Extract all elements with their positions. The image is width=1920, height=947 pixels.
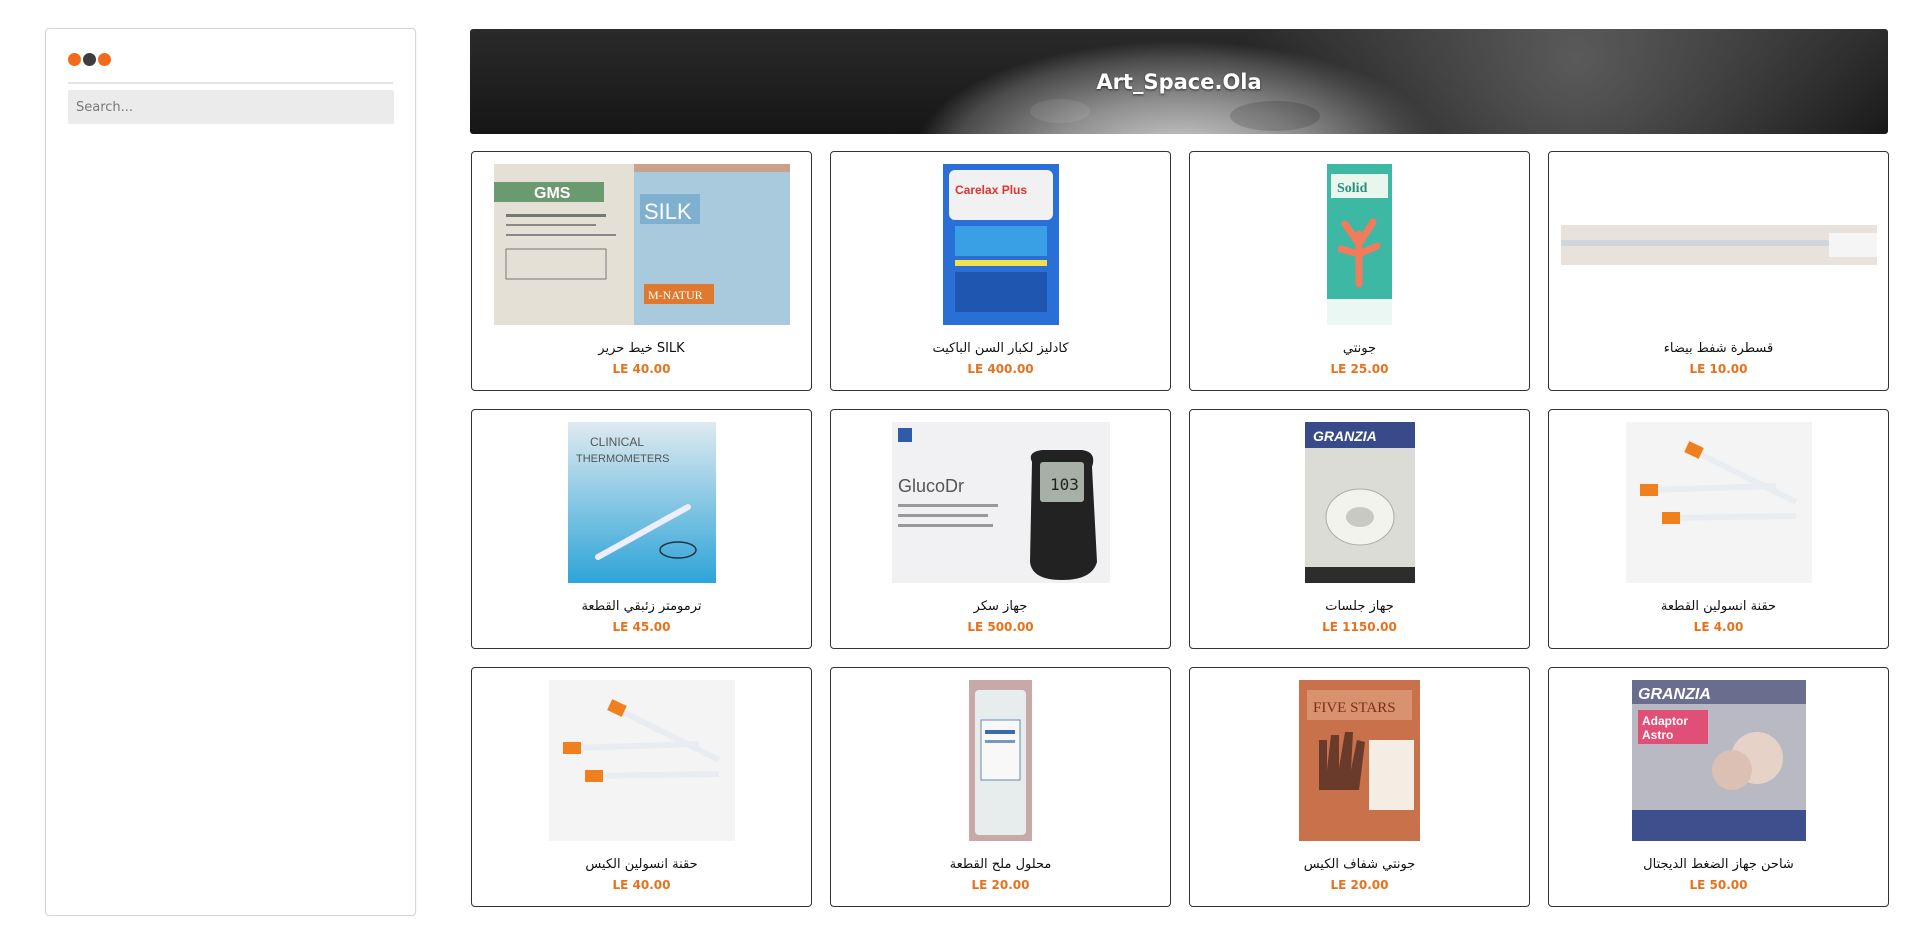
svg-text:SILK: SILK (644, 199, 692, 224)
svg-text:GRANZIA: GRANZIA (1638, 686, 1711, 703)
svg-text:CLINICAL: CLINICAL (590, 435, 644, 449)
svg-text:THERMOMETERS: THERMOMETERS (576, 453, 670, 465)
sidebar (45, 28, 416, 916)
product-card[interactable]: CLINICAL THERMOMETERS ترمومتر زئبقي القط… (471, 409, 812, 649)
product-name: جونتي شفاف الكيس (1303, 857, 1416, 872)
suture-boxes-image: GMS SILK M-NATUR (493, 164, 790, 325)
product-price: LE 4.00 (1693, 620, 1744, 634)
product-name: جهاز سكر (973, 599, 1028, 614)
svg-text:103: 103 (1050, 475, 1079, 494)
clinical-thermometer-image: CLINICAL THERMOMETERS (567, 422, 716, 583)
svg-text:GRANZIA: GRANZIA (1313, 428, 1377, 444)
brand-dot (68, 53, 81, 66)
svg-text:Astro: Astro (1642, 728, 1673, 742)
sidebar-divider (68, 82, 393, 84)
product-name: محلول ملح القطعة (949, 857, 1052, 872)
product-name: حقنة انسولين الكيس (585, 857, 698, 872)
nebulizer-box-image: GRANZIA (1304, 422, 1415, 583)
product-grid: GMS SILK M-NATUR خيط حرير SILK LE 40.00 … (471, 151, 1889, 907)
product-price: LE 1150.00 (1322, 620, 1397, 634)
product-price: LE 10.00 (1689, 362, 1748, 376)
insulin-syringes-image (1625, 422, 1812, 583)
gloves-box-image: Solid (1327, 164, 1392, 325)
saline-bag-image (969, 680, 1032, 841)
product-card[interactable]: FIVE STARS جونتي شفاف الكيس LE 20.00 (1189, 667, 1530, 907)
product-name: قسطرة شفط بيضاء (1663, 341, 1774, 356)
product-card[interactable]: GRANZIA جهاز جلسات LE 1150.00 (1189, 409, 1530, 649)
svg-text:Solid: Solid (1337, 181, 1368, 196)
brand-dot (83, 53, 96, 66)
svg-text:FIVE STARS: FIVE STARS (1313, 700, 1396, 716)
product-price: LE 40.00 (612, 362, 671, 376)
store-title: Art_Space.Ola (1096, 69, 1262, 94)
product-price: LE 20.00 (1330, 878, 1389, 892)
bp-adaptor-box-image: GRANZIA Adaptor Astro (1631, 680, 1806, 841)
product-price: LE 400.00 (967, 362, 1034, 376)
product-price: LE 25.00 (1330, 362, 1389, 376)
svg-text:GMS: GMS (534, 185, 571, 202)
product-name: شاحن جهاز الضغط الديجتال (1643, 857, 1794, 872)
product-name: حقنة انسولين القطعة (1660, 599, 1777, 614)
product-name: جونتي (1342, 341, 1377, 356)
product-card[interactable]: GMS SILK M-NATUR خيط حرير SILK LE 40.00 (471, 151, 812, 391)
product-card[interactable]: GRANZIA Adaptor Astro شاحن جهاز الضغط ال… (1548, 667, 1889, 907)
product-name: ترمومتر زئبقي القطعة (581, 599, 702, 614)
svg-text:Carelax Plus: Carelax Plus (955, 183, 1027, 197)
svg-text:Adaptor: Adaptor (1642, 714, 1688, 728)
exam-gloves-pack-image: FIVE STARS (1299, 680, 1420, 841)
brand-dot (98, 53, 111, 66)
suction-catheter-image (1560, 224, 1877, 265)
product-price: LE 20.00 (971, 878, 1030, 892)
brand-dots (68, 53, 111, 66)
svg-text:GlucoDr: GlucoDr (898, 476, 964, 496)
glucose-meter-image: GlucoDr 103 (891, 422, 1110, 583)
product-card[interactable]: Carelax Plus كادليز لكبار السن الباكيت L… (830, 151, 1171, 391)
product-price: LE 500.00 (967, 620, 1034, 634)
product-name: كادليز لكبار السن الباكيت (932, 341, 1069, 356)
store-banner: Art_Space.Ola (470, 29, 1888, 134)
adult-diaper-pack-image: Carelax Plus (942, 164, 1059, 325)
product-card[interactable]: GlucoDr 103 جهاز سكر LE 500.00 (830, 409, 1171, 649)
product-card[interactable]: حقنة انسولين الكيس LE 40.00 (471, 667, 812, 907)
product-price: LE 45.00 (612, 620, 671, 634)
product-card[interactable]: محلول ملح القطعة LE 20.00 (830, 667, 1171, 907)
product-name: جهاز جلسات (1325, 599, 1394, 614)
product-card[interactable]: حقنة انسولين القطعة LE 4.00 (1548, 409, 1889, 649)
product-price: LE 50.00 (1689, 878, 1748, 892)
product-card[interactable]: Solid جونتي LE 25.00 (1189, 151, 1530, 391)
product-card[interactable]: قسطرة شفط بيضاء LE 10.00 (1548, 151, 1889, 391)
product-price: LE 40.00 (612, 878, 671, 892)
search-input[interactable] (68, 90, 394, 124)
insulin-syringes-bag-image (548, 680, 735, 841)
svg-text:M-NATUR: M-NATUR (648, 288, 703, 302)
product-name: خيط حرير SILK (598, 341, 685, 356)
